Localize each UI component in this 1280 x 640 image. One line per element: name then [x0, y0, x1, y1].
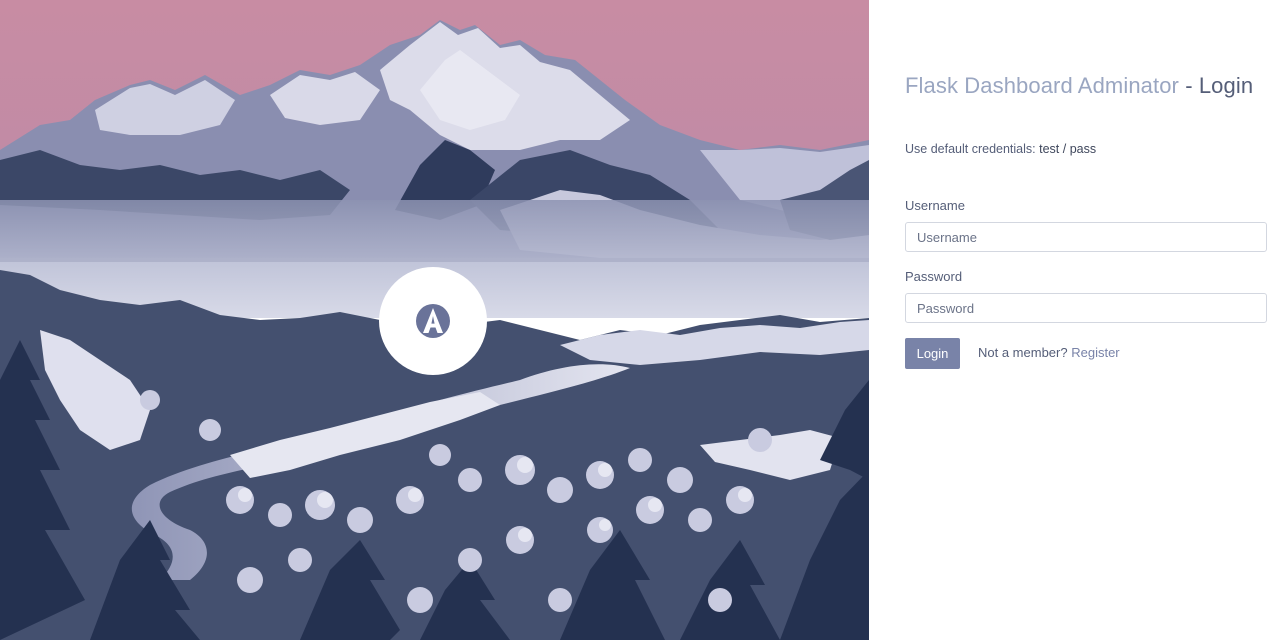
adminator-logo-icon [416, 304, 450, 338]
member-prompt-text: Not a member? [978, 345, 1068, 360]
logo-badge [379, 267, 487, 375]
login-button[interactable]: Login [905, 338, 960, 369]
credentials-hint: Use default credentials: test / pass [905, 142, 1096, 156]
username-input[interactable] [905, 222, 1267, 252]
register-prompt: Not a member? Register [978, 345, 1120, 360]
title-separator: - [1185, 73, 1193, 98]
login-panel: Flask Dashboard Adminator - Login Use de… [869, 0, 1280, 640]
hero-image [0, 0, 869, 640]
hint-credentials: test / pass [1039, 142, 1097, 156]
username-label: Username [905, 198, 965, 213]
page-title: Flask Dashboard Adminator - Login [905, 72, 1253, 100]
password-label: Password [905, 269, 963, 284]
password-input[interactable] [905, 293, 1267, 323]
register-link[interactable]: Register [1071, 345, 1119, 360]
app-brand: Flask Dashboard Adminator [905, 73, 1179, 98]
page-name: Login [1198, 73, 1254, 98]
login-page: Flask Dashboard Adminator - Login Use de… [0, 0, 1280, 640]
hint-prefix: Use default credentials: [905, 142, 1036, 156]
